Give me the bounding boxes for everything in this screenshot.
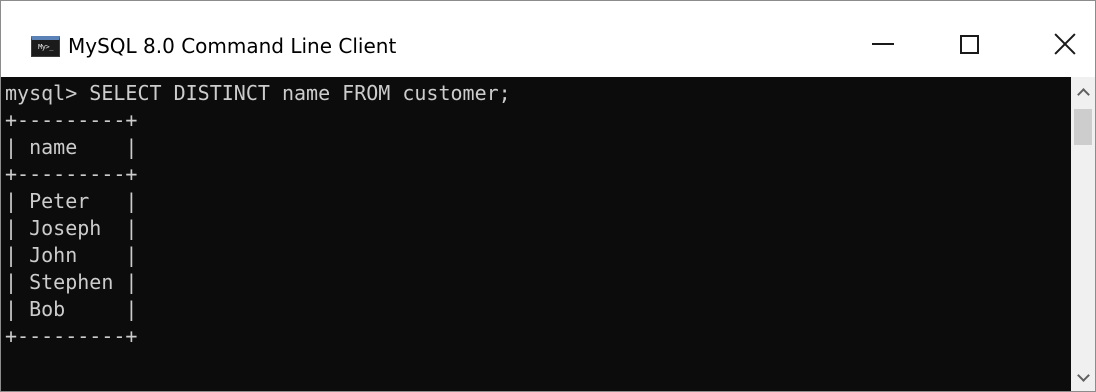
console-table-header: | name | [5,135,138,159]
console-table-row: | John | [5,243,138,267]
chevron-up-icon [1076,88,1090,101]
console-table-border: +---------+ [5,108,138,132]
scrollbar-thumb[interactable] [1074,109,1092,145]
console-table-row: | Peter | [5,189,138,213]
console-lines: mysql> SELECT DISTINCT name FROM custome… [1,80,1071,350]
console-table-row: | Stephen | [5,270,138,294]
console-window: My>_ MySQL 8.0 Command Line Client mysql… [0,0,1096,392]
vertical-scrollbar[interactable] [1071,77,1095,391]
console-table-border: +---------+ [5,324,138,348]
console-table-border: +---------+ [5,162,138,186]
console-table-row: | Bob | [5,297,138,321]
close-icon [1053,32,1077,56]
scroll-down-button[interactable] [1071,366,1095,390]
maximize-button[interactable] [939,1,999,77]
title-bar[interactable]: My>_ MySQL 8.0 Command Line Client [1,1,1095,77]
minimize-button[interactable] [853,1,913,77]
console-output[interactable]: mysql> SELECT DISTINCT name FROM custome… [1,77,1071,391]
scroll-up-button[interactable] [1071,80,1095,104]
close-button[interactable] [1035,1,1095,77]
console-app-icon[interactable]: My>_ [31,36,60,57]
window-title: MySQL 8.0 Command Line Client [68,34,397,58]
console-table-row: | Joseph | [5,216,138,240]
minimize-icon [872,43,894,45]
chevron-down-icon [1076,369,1090,382]
console-command-line: mysql> SELECT DISTINCT name FROM custome… [5,81,511,105]
maximize-icon [959,34,979,54]
console-app-icon-text: My>_ [38,43,53,51]
